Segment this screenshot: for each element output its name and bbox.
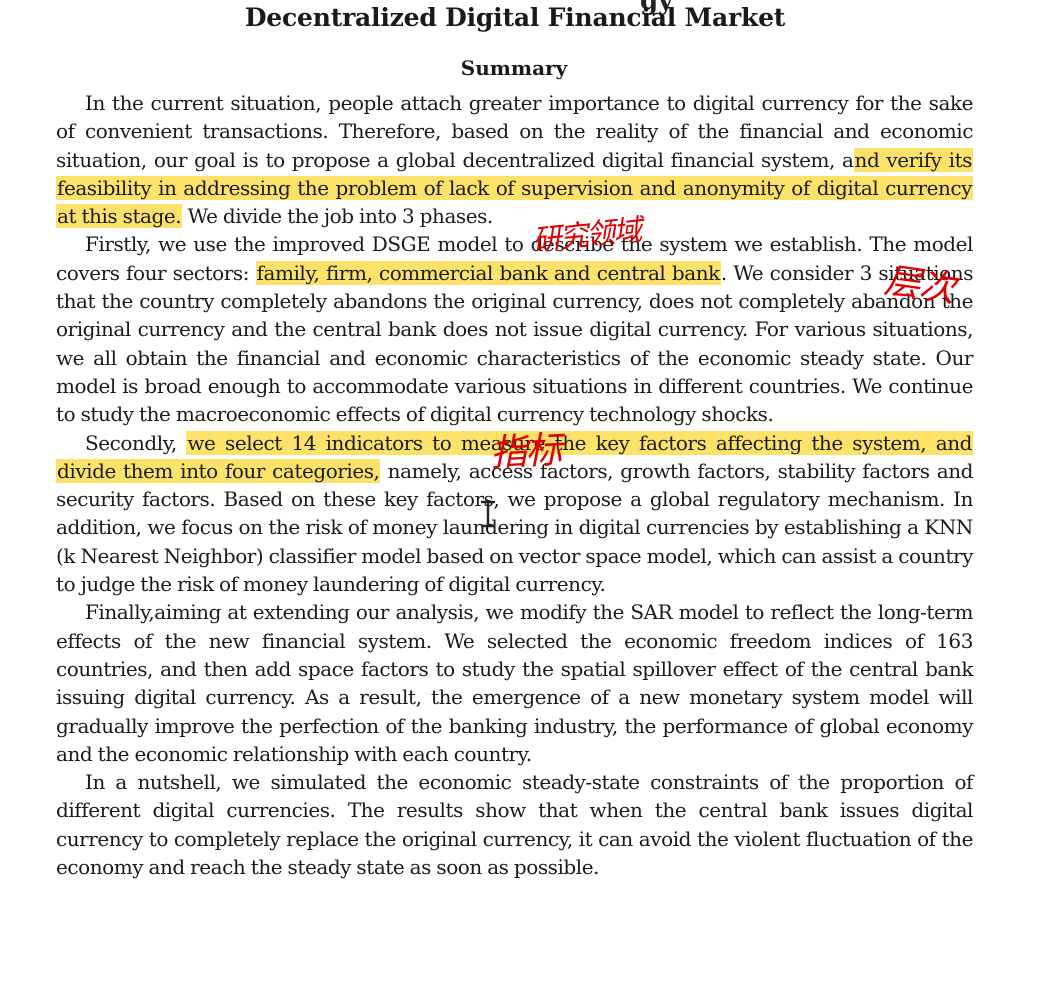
summary-paragraph: Finally,aiming at extending our analysis… — [56, 598, 973, 768]
paragraph-text: In a nutshell, we simulated the economic… — [56, 770, 973, 880]
summary-paragraph: In a nutshell, we simulated the economic… — [56, 768, 973, 881]
highlighted-text: family, firm, commercial bank and centra… — [255, 260, 721, 285]
summary-body: In the current situation, people attach … — [56, 89, 973, 881]
paragraph-text: Secondly, — [85, 430, 187, 455]
handwritten-annotation: 层次 — [882, 260, 958, 311]
summary-paragraph: In the current situation, people attach … — [56, 89, 973, 230]
document-title: Decentralized Digital Financial Market — [244, 3, 786, 32]
paragraph-text: . We consider 3 situations that the coun… — [56, 260, 974, 427]
handwritten-annotation: 指标 — [489, 428, 562, 475]
section-heading: Summary — [460, 56, 568, 80]
summary-paragraph: Firstly, we use the improved DSGE model … — [56, 230, 973, 428]
paragraph-text: Finally,aiming at extending our analysis… — [56, 600, 973, 766]
paragraph-text: We divide the job into 3 phases. — [182, 204, 494, 229]
paragraph-text: In the current situation, people attach … — [56, 91, 973, 172]
text-ibeam-cursor-icon — [480, 500, 496, 528]
